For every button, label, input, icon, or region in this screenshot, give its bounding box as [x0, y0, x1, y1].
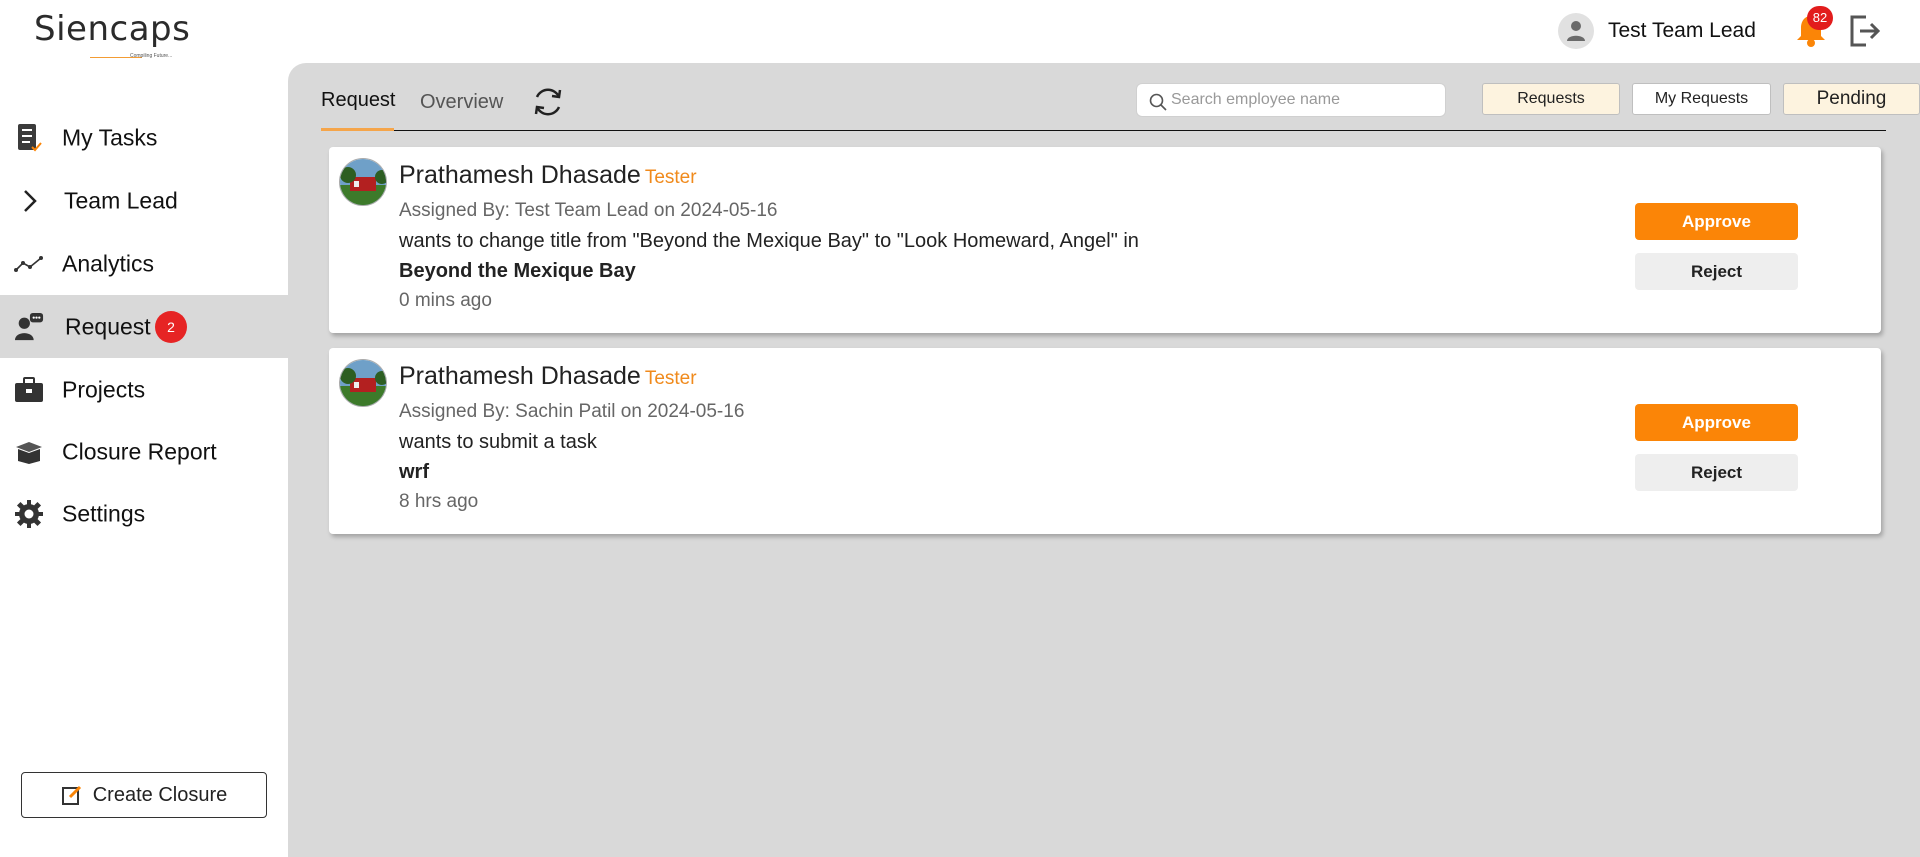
sidebar-item-projects[interactable]: Projects [0, 358, 288, 421]
reject-button[interactable]: Reject [1635, 253, 1798, 290]
request-subject: wrf [399, 461, 429, 483]
create-closure-button[interactable]: Create Closure [21, 772, 267, 818]
search-input[interactable] [1171, 84, 1441, 116]
sidebar: My Tasks Team Lead Analytics Request 2 P… [0, 63, 288, 857]
employee-name-line: Prathamesh Dhasade Tester [399, 362, 697, 391]
request-time: 8 hrs ago [399, 491, 479, 512]
refresh-icon [534, 88, 562, 116]
analytics-icon [14, 249, 44, 279]
user-icon [1567, 21, 1585, 41]
logo-tagline: Compiling Future... [130, 53, 173, 59]
assigned-by: Assigned By: Sachin Patil on 2024-05-16 [399, 401, 745, 422]
approve-button[interactable]: Approve [1635, 203, 1798, 240]
employee-avatar [339, 158, 387, 206]
logout-icon [1850, 15, 1881, 47]
sidebar-item-label: My Tasks [62, 124, 158, 150]
briefcase-icon [14, 375, 44, 405]
sidebar-item-label: Closure Report [62, 438, 217, 464]
request-count-badge: 2 [155, 310, 187, 343]
logout-button[interactable] [1846, 13, 1882, 49]
logo[interactable]: Siencaps Compiling Future... [34, 9, 190, 65]
user-name[interactable]: Test Team Lead [1608, 19, 1756, 43]
sidebar-item-label: Settings [62, 500, 146, 526]
request-subject: Beyond the Mexique Bay [399, 260, 636, 282]
employee-role: Tester [644, 368, 697, 389]
sidebar-item-team-lead[interactable]: Team Lead [0, 169, 288, 232]
sidebar-item-request[interactable]: Request 2 [0, 295, 288, 358]
sidebar-item-my-tasks[interactable]: My Tasks [0, 106, 288, 169]
sidebar-item-label: Projects [62, 376, 146, 402]
create-closure-label: Create Closure [92, 783, 228, 806]
sidebar-item-label: Team Lead [64, 187, 178, 213]
my-requests-filter-button[interactable]: My Requests [1632, 83, 1771, 115]
refresh-button[interactable] [531, 85, 565, 119]
employee-role: Tester [644, 167, 697, 188]
approve-button[interactable]: Approve [1635, 404, 1798, 441]
sidebar-item-analytics[interactable]: Analytics [0, 232, 288, 295]
requests-filter-button[interactable]: Requests [1482, 83, 1620, 115]
reject-button[interactable]: Reject [1635, 454, 1798, 491]
employee-search[interactable] [1136, 83, 1446, 117]
request-time: 0 mins ago [399, 290, 492, 311]
active-tab-indicator [321, 128, 394, 131]
employee-avatar [339, 359, 387, 407]
sidebar-item-label: Request [65, 313, 151, 339]
chevron-right-icon [14, 186, 44, 216]
search-icon [1149, 93, 1167, 111]
sidebar-item-settings[interactable]: Settings [0, 482, 288, 545]
tab-bar: Request Overview Requests My Requests Pe… [321, 83, 1920, 131]
edit-icon [61, 785, 81, 805]
sidebar-item-label: Analytics [62, 250, 155, 276]
user-avatar[interactable] [1558, 13, 1594, 49]
sidebar-item-closure-report[interactable]: Closure Report [0, 420, 288, 483]
tab-overview[interactable]: Overview [420, 91, 503, 114]
notification-badge: 82 [1807, 6, 1833, 30]
logo-text: Siencaps [34, 9, 191, 49]
main-panel: Request Overview Requests My Requests Pe… [288, 63, 1920, 857]
gear-icon [14, 499, 44, 529]
assigned-by: Assigned By: Test Team Lead on 2024-05-1… [399, 200, 778, 221]
employee-name[interactable]: Prathamesh Dhasade [399, 362, 641, 390]
app-header: Siencaps Compiling Future... Test Team L… [0, 0, 1920, 63]
request-card: Prathamesh Dhasade Tester Assigned By: Te… [329, 147, 1881, 333]
request-icon [14, 312, 44, 342]
tab-request[interactable]: Request [321, 89, 396, 112]
pending-filter-button[interactable]: Pending [1783, 83, 1920, 115]
box-icon [14, 437, 44, 467]
request-card: Prathamesh Dhasade Tester Assigned By: Sa… [329, 348, 1881, 534]
employee-name-line: Prathamesh Dhasade Tester [399, 161, 697, 190]
task-list-icon [14, 123, 44, 153]
request-description: wants to change title from "Beyond the M… [399, 230, 1139, 252]
employee-name[interactable]: Prathamesh Dhasade [399, 161, 641, 189]
request-description: wants to submit a task [399, 431, 597, 453]
